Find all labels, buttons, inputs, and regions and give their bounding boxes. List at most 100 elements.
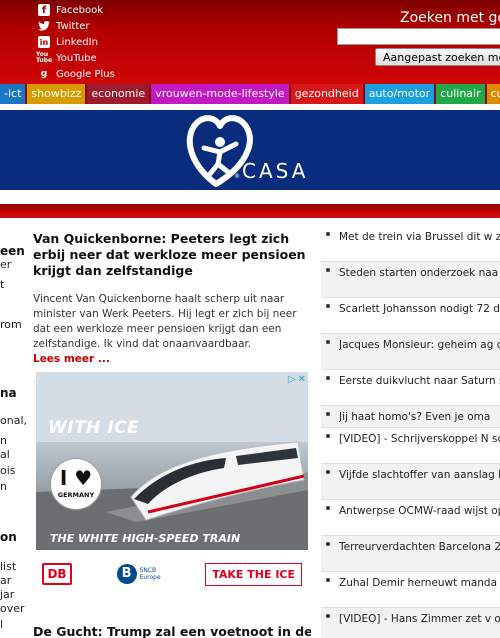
clipped-text: er bbox=[0, 258, 12, 271]
ad-footer: DB B SNCB Europe TAKE THE ICE bbox=[36, 556, 308, 592]
news-headline: Eerste duikvlucht naar Saturn stuurt dic… bbox=[339, 375, 500, 387]
category-link[interactable]: culinair bbox=[436, 84, 485, 104]
banner-spacer bbox=[0, 190, 500, 204]
bullet-icon bbox=[326, 542, 330, 546]
social-link-twitter[interactable]: Twitter bbox=[38, 18, 115, 34]
advertisement[interactable]: ▷ ✕ WITH ICE I ♥ GERMANY THE WHITE HIGH-… bbox=[36, 372, 308, 594]
bullet-icon bbox=[326, 470, 330, 474]
logo-text: CASA bbox=[242, 159, 308, 183]
news-headline: Steden starten onderzoek naa verpakkings… bbox=[339, 267, 500, 279]
red-divider bbox=[0, 204, 500, 218]
bullet-icon bbox=[326, 434, 330, 438]
left-column: een er t rom na onal, n al ois n on list ar jar over l bbox=[0, 218, 26, 638]
social-label: Facebook bbox=[56, 4, 103, 16]
search-button[interactable]: Aangepast zoeken me bbox=[375, 48, 500, 66]
social-link-google-plus[interactable]: g Google Plus bbox=[38, 66, 115, 82]
news-list: Met de trein via Brussel dit w zijn grot… bbox=[321, 226, 500, 638]
clipped-text: onal, bbox=[0, 414, 26, 427]
news-list-item[interactable]: Steden starten onderzoek naa verpakkings… bbox=[321, 262, 500, 298]
casa-logo[interactable]: ® CASA bbox=[186, 114, 316, 192]
clipped-text: n bbox=[0, 434, 7, 447]
news-headline: Zuhal Demir herneuwt manda Draguet bij K… bbox=[339, 577, 500, 589]
news-headline: [VIDEO] - Hans Zimmer zet v online van z… bbox=[339, 613, 500, 625]
category-link[interactable]: gezondheid bbox=[290, 84, 363, 104]
article-title[interactable]: Van Quickenborne: Peeters legt zich erbi… bbox=[33, 231, 311, 279]
news-list-item[interactable]: Met de trein via Brussel dit w zijn grot… bbox=[321, 226, 500, 262]
clipped-headline[interactable]: na bbox=[0, 386, 17, 400]
clipped-text: l bbox=[0, 618, 4, 631]
clipped-text: rom bbox=[0, 318, 22, 331]
bullet-icon bbox=[326, 506, 330, 510]
bullet-icon bbox=[326, 376, 330, 380]
heart-train-icon: I ♥ bbox=[59, 466, 93, 490]
category-link[interactable]: vrouwen-mode-lifestyle bbox=[151, 84, 289, 104]
ad-image[interactable]: ▷ ✕ WITH ICE I ♥ GERMANY THE WHITE HIGH-… bbox=[36, 372, 308, 550]
news-list-item[interactable]: [VIDEO] - Schrijverskoppel N schrijven n… bbox=[321, 428, 500, 464]
clipped-text: t bbox=[0, 278, 5, 291]
sncb-subname: Europe bbox=[139, 574, 161, 581]
ad-choices-icon[interactable]: ▷ ✕ bbox=[276, 374, 306, 386]
clipped-headline[interactable]: on bbox=[0, 530, 17, 544]
social-label: LinkedIn bbox=[56, 36, 98, 48]
social-label: YouTube bbox=[56, 52, 97, 64]
news-headline: Scarlett Johansson nodigt 72 dubbelgange… bbox=[339, 303, 500, 315]
main-content: Van Quickenborne: Peeters legt zich erbi… bbox=[33, 218, 311, 382]
twitter-icon bbox=[38, 20, 50, 32]
category-link[interactable]: auto/motor bbox=[364, 84, 435, 104]
facebook-icon: f bbox=[38, 4, 50, 16]
read-more-link[interactable]: Lees meer ... bbox=[33, 353, 311, 365]
article-title[interactable]: De Gucht: Trump zal een voetnoot in de bbox=[33, 624, 311, 638]
news-list-item[interactable]: Antwerpse OCMW-raad wijst opnieuw toe aa… bbox=[321, 500, 500, 536]
clipped-text: jar bbox=[0, 588, 15, 601]
category-link[interactable]: -ict bbox=[0, 84, 26, 104]
clipped-text: al bbox=[0, 448, 10, 461]
ad-badge-text: GERMANY bbox=[57, 491, 95, 499]
social-link-facebook[interactable]: f Facebook bbox=[38, 2, 115, 18]
search-input[interactable] bbox=[337, 28, 500, 45]
social-link-linkedin[interactable]: in LinkedIn bbox=[38, 34, 115, 50]
category-link[interactable]: showbizz bbox=[27, 84, 86, 104]
sncb-text: SNCB Europe bbox=[140, 567, 161, 581]
news-headline: Terreurverdachten Barcelona 22/03 op Zav… bbox=[339, 541, 500, 553]
news-list-item[interactable]: Eerste duikvlucht naar Saturn stuurt dic… bbox=[321, 370, 500, 406]
clipped-text: list bbox=[0, 560, 17, 573]
close-icon: ✕ bbox=[297, 374, 306, 385]
social-label: Google Plus bbox=[56, 68, 115, 80]
db-logo: DB bbox=[42, 563, 72, 585]
linkedin-icon: in bbox=[38, 36, 50, 48]
news-list-item[interactable]: Zuhal Demir herneuwt manda Draguet bij K… bbox=[321, 572, 500, 608]
article-summary: Vincent Van Quickenborne haalt scherp ui… bbox=[33, 293, 297, 350]
svg-text:®: ® bbox=[234, 173, 240, 180]
bullet-icon bbox=[326, 268, 330, 272]
bullet-icon bbox=[326, 614, 330, 618]
clipped-text: ar bbox=[0, 574, 12, 587]
news-headline: Met de trein via Brussel dit w zijn grot… bbox=[339, 231, 500, 243]
social-links: f Facebook Twitter in LinkedIn You Tube Y… bbox=[35, 2, 115, 82]
news-list-item[interactable]: Terreurverdachten Barcelona 22/03 op Zav… bbox=[321, 536, 500, 572]
news-list-item[interactable]: Jacques Monsieur: geheim ag crimineel of… bbox=[321, 334, 500, 370]
news-list-item[interactable]: Scarlett Johansson nodigt 72 dubbelgange… bbox=[321, 298, 500, 334]
news-headline: Antwerpse OCMW-raad wijst opnieuw toe aa… bbox=[339, 505, 500, 517]
clipped-text: ois bbox=[0, 464, 16, 477]
news-list-item[interactable]: Vijfde slachtoffer van aanslag leven gek… bbox=[321, 464, 500, 500]
news-list-item[interactable]: [VIDEO] - Hans Zimmer zet v online van z… bbox=[321, 608, 500, 638]
ad-info-icon: ▷ bbox=[287, 374, 296, 385]
sncb-name: SNCB bbox=[139, 567, 157, 574]
youtube-icon: You Tube bbox=[35, 51, 53, 64]
category-link[interactable]: cultuur bbox=[486, 84, 500, 104]
news-list-item[interactable]: Jij haat homo's? Even je oma bbox=[321, 406, 500, 428]
bullet-icon bbox=[326, 412, 330, 416]
social-link-youtube[interactable]: You Tube YouTube bbox=[35, 50, 115, 66]
news-headline: [VIDEO] - Schrijverskoppel N schrijven n… bbox=[339, 433, 500, 445]
bullet-icon bbox=[326, 578, 330, 582]
ad-cta-button[interactable]: TAKE THE ICE bbox=[205, 562, 302, 586]
clipped-text: over bbox=[0, 602, 25, 615]
sncb-logo: B SNCB Europe bbox=[116, 564, 161, 584]
category-nav: -ict showbizz economie vrouwen-mode-lifesty… bbox=[0, 84, 500, 104]
bullet-icon bbox=[326, 340, 330, 344]
ad-badge: I ♥ GERMANY bbox=[50, 458, 102, 510]
heart-figure-icon: ® CASA bbox=[186, 115, 308, 187]
clipped-headline[interactable]: een bbox=[0, 244, 25, 258]
site-header: f Facebook Twitter in LinkedIn You Tube Y… bbox=[0, 0, 500, 84]
category-link[interactable]: economie bbox=[87, 84, 150, 104]
